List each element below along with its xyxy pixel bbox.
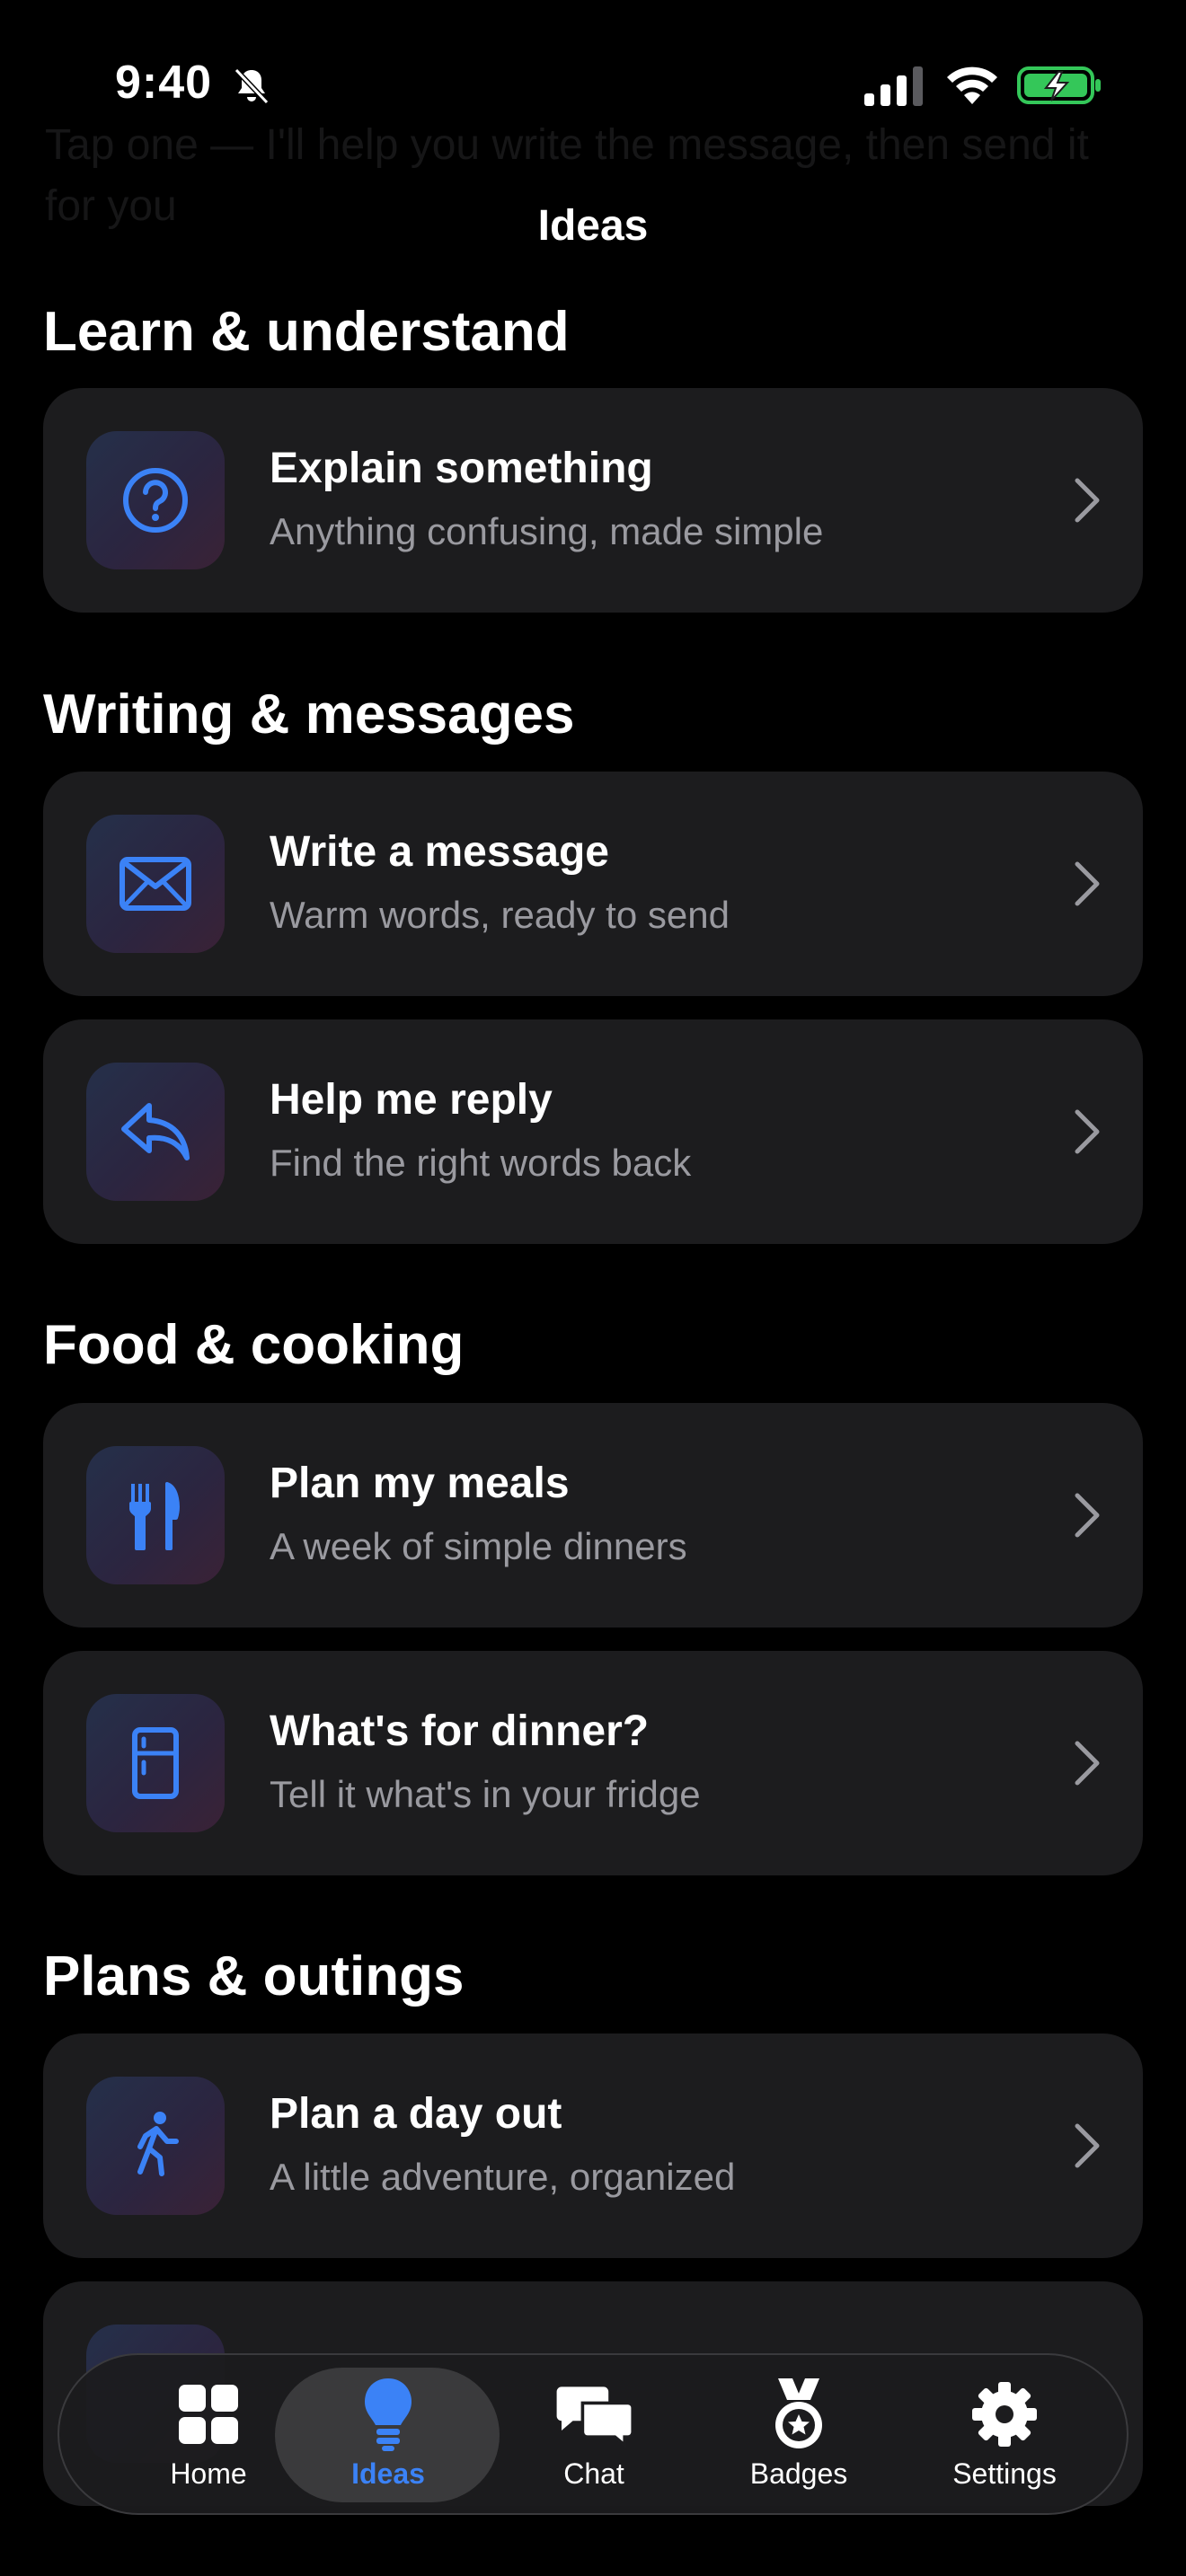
wifi-icon (947, 66, 997, 104)
card-plan-a-day-out[interactable]: Plan a day out A little adventure, organ… (43, 2033, 1143, 2258)
chevron-right-icon (1075, 1741, 1100, 1786)
bell-slash-icon (234, 67, 270, 105)
chevron-right-icon (1075, 1109, 1100, 1154)
section-title-food: Food & cooking (43, 1314, 465, 1376)
lightbulb-icon (348, 2378, 429, 2451)
tab-badges[interactable]: Badges (700, 2355, 898, 2513)
card-whats-for-dinner[interactable]: What's for dinner? Tell it what's in you… (43, 1651, 1143, 1875)
card-subtitle: Find the right words back (270, 1142, 692, 1184)
chevron-right-icon (1075, 861, 1100, 906)
tab-bar: Home Ideas Chat Badges Settings (58, 2353, 1128, 2515)
tab-label: Chat (563, 2457, 624, 2490)
cellular-signal-icon (864, 66, 923, 106)
tab-label: Badges (749, 2457, 848, 2490)
card-explain-something[interactable]: Explain something Anything confusing, ma… (43, 388, 1143, 613)
tab-label: Home (170, 2457, 247, 2490)
fridge-icon (86, 1694, 225, 1832)
status-time: 9:40 (115, 57, 213, 109)
card-plan-my-meals[interactable]: Plan my meals A week of simple dinners (43, 1403, 1143, 1628)
fork-knife-icon (86, 1446, 225, 1584)
section-title-writing: Writing & messages (43, 684, 575, 745)
status-bar: 9:40 (0, 0, 1186, 171)
battery-charging-icon (1017, 66, 1101, 104)
card-title: Plan a day out (270, 2090, 562, 2138)
walking-figure-icon (86, 2077, 225, 2215)
tab-label: Settings (952, 2457, 1057, 2490)
card-help-me-reply[interactable]: Help me reply Find the right words back (43, 1019, 1143, 1244)
question-circle-icon (86, 431, 225, 569)
reply-arrow-icon (86, 1063, 225, 1201)
card-title: Explain something (270, 445, 653, 492)
tab-settings[interactable]: Settings (906, 2355, 1103, 2513)
medal-icon (758, 2378, 839, 2450)
card-title: What's for dinner? (270, 1707, 650, 1755)
chevron-right-icon (1075, 2123, 1100, 2168)
section-title-learn: Learn & understand (43, 301, 570, 363)
grid-icon (168, 2378, 249, 2450)
gear-icon (964, 2378, 1045, 2450)
card-subtitle: Tell it what's in your fridge (270, 1773, 701, 1815)
page-title: Ideas (537, 202, 649, 250)
card-title: Help me reply (270, 1076, 553, 1124)
card-write-a-message[interactable]: Write a message Warm words, ready to sen… (43, 772, 1143, 996)
tab-chat[interactable]: Chat (495, 2355, 693, 2513)
tab-label: Ideas (351, 2457, 425, 2490)
card-subtitle: A week of simple dinners (270, 1525, 687, 1567)
chevron-right-icon (1075, 1493, 1100, 1538)
card-title: Write a message (270, 828, 609, 876)
tab-ideas[interactable]: Ideas (289, 2355, 487, 2513)
card-subtitle: A little adventure, organized (270, 2156, 736, 2198)
card-title: Plan my meals (270, 1460, 570, 1507)
chat-bubbles-icon (553, 2378, 634, 2450)
card-subtitle: Warm words, ready to send (270, 894, 730, 936)
section-title-plans: Plans & outings (43, 1945, 465, 2007)
envelope-icon (86, 815, 225, 953)
card-subtitle: Anything confusing, made simple (270, 510, 824, 552)
tab-home[interactable]: Home (110, 2355, 307, 2513)
chevron-right-icon (1075, 478, 1100, 523)
